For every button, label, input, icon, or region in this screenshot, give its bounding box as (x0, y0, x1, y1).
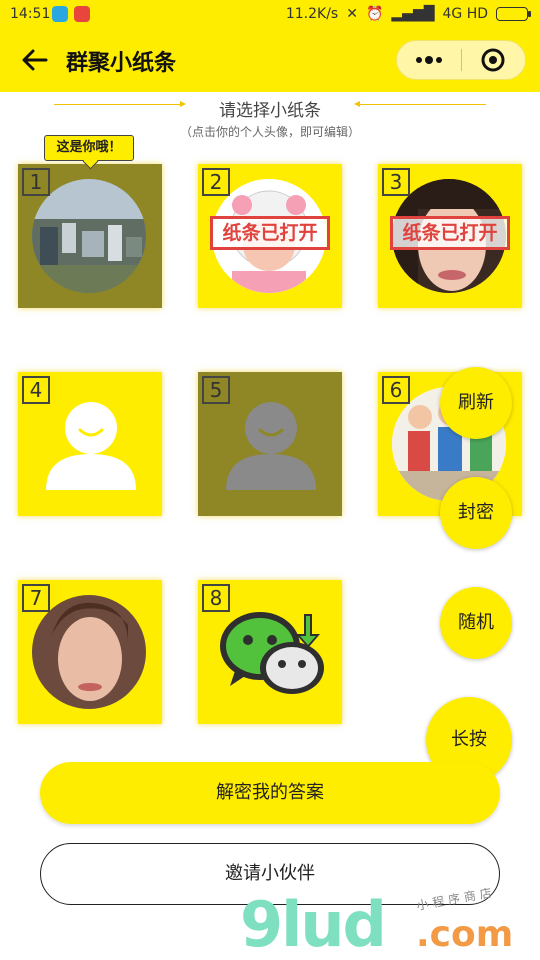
card-number: 7 (22, 584, 50, 612)
page-title: 群聚小纸条 (66, 51, 177, 76)
watermark: 9lud 小程序商店 .com (240, 885, 540, 960)
battery-icon (496, 7, 531, 21)
note-card-7[interactable]: 7 (18, 580, 162, 724)
card-number: 5 (202, 376, 230, 404)
target-circle-icon (481, 48, 505, 72)
watermark-domain: .com (416, 914, 514, 955)
status-bar: 14:51 11.2K/s ✕ ⏰ ▂▄▆█ 4G HD (0, 0, 540, 30)
status-time: 14:51 (10, 6, 51, 22)
card-number: 4 (22, 376, 50, 404)
network-speed: 11.2K/s (285, 6, 339, 22)
opened-stamp: 纸条已打开 (390, 216, 510, 250)
card-number: 6 (382, 376, 410, 404)
app-notification-icon (74, 6, 90, 22)
arrow-left-icon[interactable] (20, 45, 50, 75)
network-type: 4G HD (442, 6, 488, 22)
note-card-8[interactable]: 8 (198, 580, 342, 724)
default-user-icon (46, 402, 136, 490)
card-number: 2 (202, 168, 230, 196)
close-miniprogram-button[interactable] (462, 41, 526, 79)
card-number: 8 (202, 584, 230, 612)
you-tooltip: 这是你哦！ (44, 135, 134, 161)
default-user-icon (226, 402, 316, 490)
opened-stamp: 纸条已打开 (210, 216, 330, 250)
watermark-logo: 9lud (240, 888, 387, 960)
alarm-icon: ⏰ (365, 6, 384, 22)
mute-icon: ✕ (346, 6, 358, 22)
wechat-icon (220, 612, 324, 694)
decrypt-answer-button[interactable]: 解密我的答案 (40, 762, 500, 824)
signal-icon: ▂▄▆█ (391, 6, 435, 22)
card-number: 1 (22, 168, 50, 196)
app-header: 群聚小纸条 (0, 30, 540, 92)
miniprogram-capsule (396, 40, 526, 80)
card-number: 3 (382, 168, 410, 196)
random-button[interactable]: 随机 (440, 587, 512, 659)
status-indicators: 11.2K/s ✕ ⏰ ▂▄▆█ 4G HD (285, 6, 531, 22)
more-button[interactable] (397, 41, 461, 79)
note-card-4[interactable]: 4 (18, 372, 162, 516)
avatar-photo-city (32, 179, 146, 293)
note-card-3[interactable]: 3 纸条已打开 (378, 164, 522, 308)
app-notification-icon (52, 6, 68, 22)
seal-button[interactable]: 封密 (440, 477, 512, 549)
avatar-photo-woman (32, 595, 146, 709)
more-dots-icon (415, 56, 442, 64)
note-card-2[interactable]: 2 纸条已打开 (198, 164, 342, 308)
note-card-5[interactable]: 5 (198, 372, 342, 516)
note-card-1[interactable]: 1 (18, 164, 162, 308)
refresh-button[interactable]: 刷新 (440, 367, 512, 439)
section-title: 请选择小纸条 (219, 101, 321, 121)
